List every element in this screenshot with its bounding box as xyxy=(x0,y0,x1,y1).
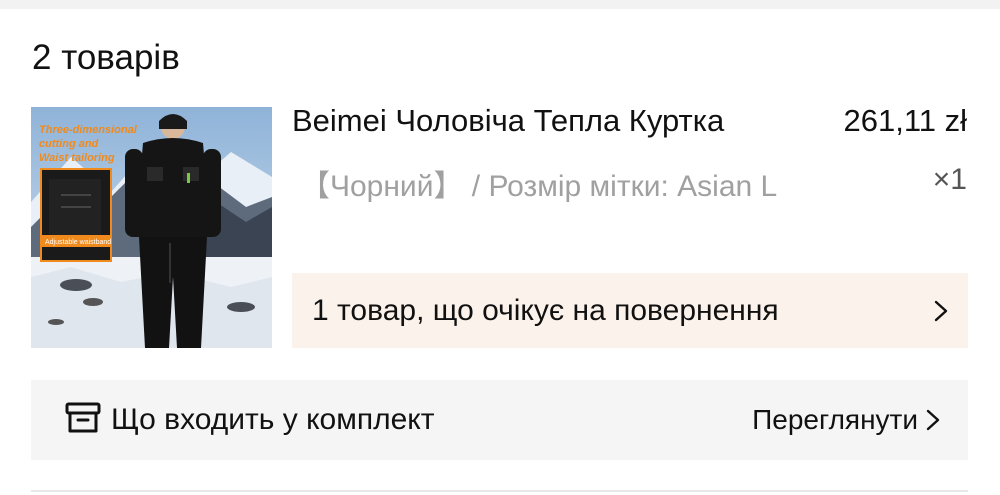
bottom-divider xyxy=(31,490,968,492)
image-badge-text: Adjustable waistband xyxy=(45,239,111,246)
bundle-contents-row[interactable]: Що входить у комплект Переглянути xyxy=(31,380,968,460)
image-caption-line2: cutting and xyxy=(39,138,99,150)
chevron-right-icon xyxy=(926,409,940,431)
box-icon xyxy=(65,401,101,440)
product-quantity: ×1 xyxy=(932,163,967,196)
image-caption-line3: Waist tailoring xyxy=(39,152,115,164)
view-bundle-link[interactable]: Переглянути xyxy=(752,404,940,436)
top-divider xyxy=(0,0,1000,9)
product-variant: 【Чорний】 / Розмір мітки: Asian L xyxy=(300,170,778,203)
image-caption-line1: Three-dimensional xyxy=(39,124,138,136)
pending-return-label: 1 товар, що очікує на повернення xyxy=(312,293,779,327)
view-label: Переглянути xyxy=(752,404,918,435)
product-image[interactable]: Adjustable waistband Three-dimensional c… xyxy=(31,107,272,348)
bundle-label: Що входить у комплект xyxy=(111,403,435,436)
pending-return-banner[interactable]: 1 товар, що очікує на повернення xyxy=(292,273,968,348)
chevron-right-icon xyxy=(934,300,948,322)
product-title[interactable]: Beimei Чоловіча Тепла Куртка xyxy=(292,103,812,139)
item-count-heading: 2 товарів xyxy=(32,38,180,77)
product-photo: Adjustable waistband Three-dimensional c… xyxy=(31,107,272,348)
product-price: 261,11 zł xyxy=(843,103,967,138)
